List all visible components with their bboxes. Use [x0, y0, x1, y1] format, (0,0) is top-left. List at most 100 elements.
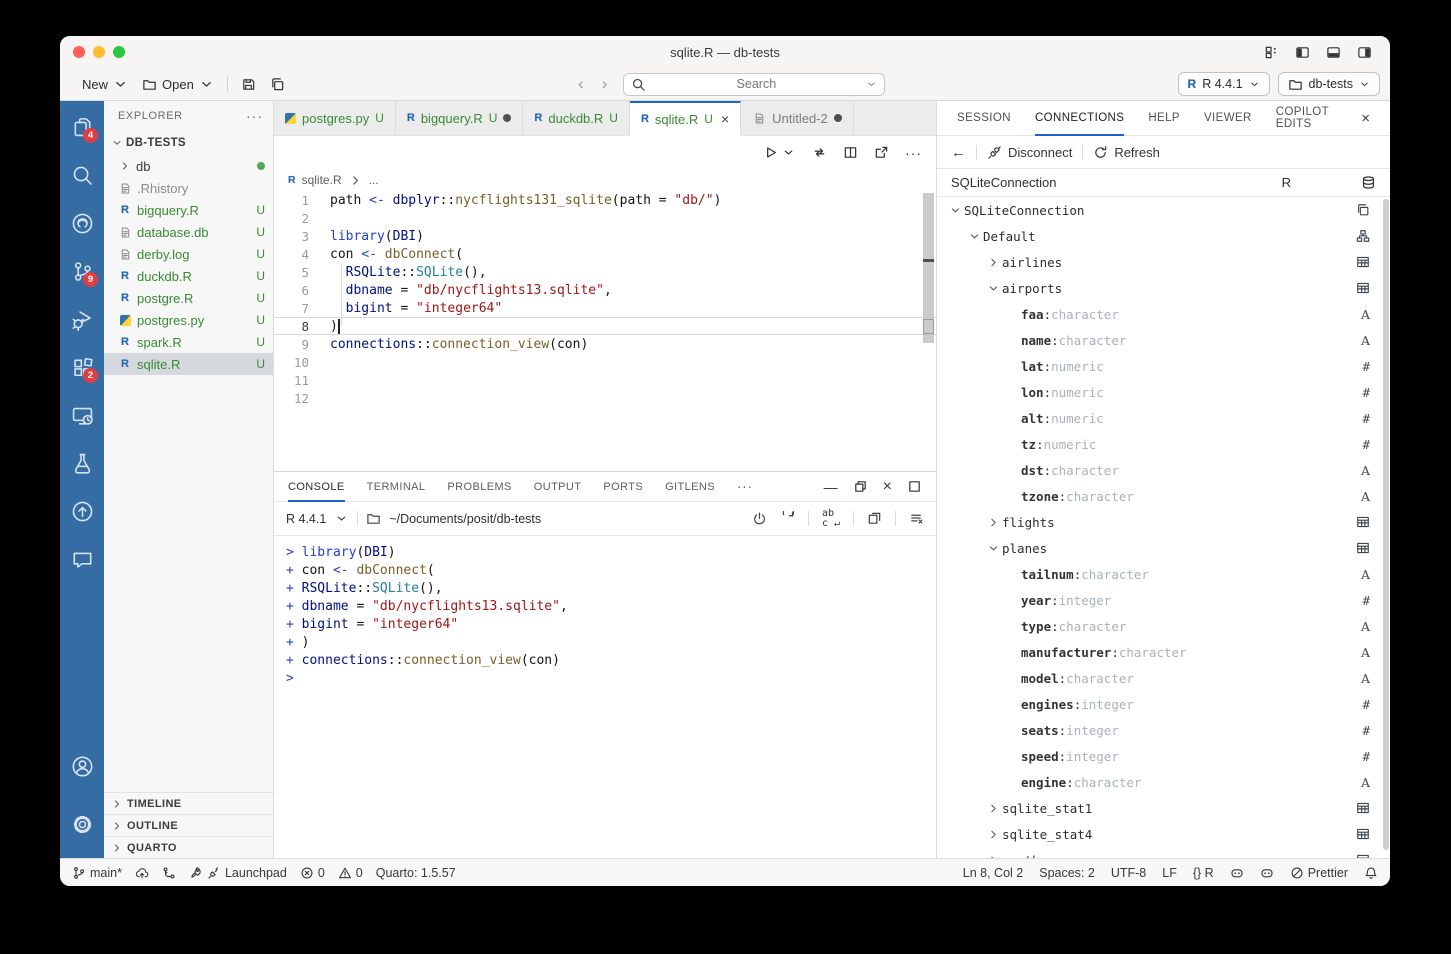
console-output[interactable]: > library(DBI)+ con <- dbConnect(+ RSQLi… — [274, 536, 936, 858]
new-button[interactable]: New — [70, 74, 135, 95]
activity-item-github[interactable] — [60, 199, 104, 247]
minimize-window-button[interactable] — [93, 46, 105, 58]
restart-session-button[interactable] — [780, 511, 795, 526]
open-console-in-editor-button[interactable] — [867, 511, 882, 526]
panel-tab-console[interactable]: CONSOLE — [288, 472, 345, 502]
tree-node-planes[interactable]: planes — [937, 535, 1390, 561]
tree-node-engines[interactable]: engines : integer# — [937, 691, 1390, 717]
customize-layout-button[interactable] — [1264, 45, 1279, 60]
status-quarto-version[interactable]: Quarto: 1.5.57 — [376, 866, 456, 880]
tree-node-year[interactable]: year : integer# — [937, 587, 1390, 613]
activity-item-extensions[interactable]: 2 — [60, 343, 104, 391]
activity-item-source-control[interactable]: 9 — [60, 247, 104, 295]
source-file-button[interactable] — [812, 145, 827, 160]
explorer-file-db[interactable]: db — [104, 155, 273, 177]
code-line-12[interactable]: 12 — [274, 389, 936, 407]
explorer-file-spark.R[interactable]: Rspark.RU — [104, 331, 273, 353]
editor-scrollbar[interactable] — [923, 193, 934, 469]
execute-mode-button[interactable]: abc ↵ — [822, 509, 840, 529]
save-button[interactable] — [234, 74, 263, 95]
editor-tab-duckdb-r[interactable]: Rduckdb.RU — [523, 101, 630, 135]
editor-tab-bigquery-r[interactable]: Rbigquery.RU — [396, 101, 524, 135]
connections-scrollbar[interactable] — [1383, 199, 1389, 850]
status-source-control-graph[interactable] — [162, 866, 176, 880]
activity-item-debug[interactable] — [60, 295, 104, 343]
right-panel-close-button[interactable]: × — [1361, 110, 1370, 127]
interpreter-selector[interactable]: R R 4.4.1 — [1178, 72, 1270, 96]
tree-node-SQLiteConnection[interactable]: SQLiteConnection — [937, 197, 1390, 223]
explorer-file-postgres.py[interactable]: postgres.pyU — [104, 309, 273, 331]
editor-tab-postgres-py[interactable]: postgres.pyU — [274, 101, 396, 135]
explorer-file-duckdb.R[interactable]: Rduckdb.RU — [104, 265, 273, 287]
activity-item-flask[interactable] — [60, 439, 104, 487]
tree-node-airlines[interactable]: airlines — [937, 249, 1390, 275]
explorer-file-database.db[interactable]: database.dbU — [104, 221, 273, 243]
code-line-11[interactable]: 11 — [274, 371, 936, 389]
tree-node-tailnum[interactable]: tailnum : characterA — [937, 561, 1390, 587]
search-input[interactable] — [646, 77, 866, 91]
code-line-6[interactable]: 6 dbname = "db/nycflights13.sqlite", — [274, 281, 936, 299]
tree-node-alt[interactable]: alt : numeric# — [937, 405, 1390, 431]
tree-node-tzone[interactable]: tzone : characterA — [937, 483, 1390, 509]
tree-node-Default[interactable]: Default — [937, 223, 1390, 249]
code-editor[interactable]: 1path <- dbplyr::nycflights131_sqlite(pa… — [274, 191, 936, 471]
zoom-window-button[interactable] — [113, 46, 125, 58]
toggle-left-panel-button[interactable] — [1295, 45, 1310, 60]
tree-node-type[interactable]: type : characterA — [937, 613, 1390, 639]
open-button[interactable]: Open — [135, 74, 221, 95]
code-line-9[interactable]: 9connections::connection_view(con) — [274, 335, 936, 353]
tree-node-speed[interactable]: speed : integer# — [937, 743, 1390, 769]
status-copilot-status[interactable] — [1230, 866, 1244, 880]
activity-item-search[interactable] — [60, 151, 104, 199]
status-cursor-position[interactable]: Ln 8, Col 2 — [963, 866, 1023, 880]
right-tab-copilot-edits[interactable]: COPILOT EDITS — [1276, 101, 1337, 136]
tree-node-airports[interactable]: airports — [937, 275, 1390, 301]
refresh-button[interactable]: Refresh — [1093, 145, 1160, 160]
section-outline[interactable]: OUTLINE — [104, 814, 273, 836]
tree-node-tz[interactable]: tz : numeric# — [937, 431, 1390, 457]
activity-item-monitor[interactable] — [60, 391, 104, 439]
panel-restore-button[interactable] — [853, 479, 868, 494]
connection-header-row[interactable]: SQLiteConnection R — [937, 169, 1390, 197]
search-box[interactable] — [623, 73, 885, 96]
activity-item-account[interactable] — [60, 742, 104, 790]
activity-item-chat[interactable] — [60, 535, 104, 583]
panel-more-tabs[interactable]: ··· — [737, 479, 753, 494]
status-launchpad[interactable]: Launchpad — [189, 866, 287, 880]
status-git-branch[interactable]: main* — [72, 866, 122, 880]
code-line-1[interactable]: 1path <- dbplyr::nycflights131_sqlite(pa… — [274, 191, 936, 209]
panel-tab-output[interactable]: OUTPUT — [534, 472, 582, 502]
tree-node-flights[interactable]: flights — [937, 509, 1390, 535]
editor-tab-untitled-2[interactable]: Untitled-2 — [741, 101, 854, 135]
breadcrumb-file[interactable]: sqlite.R — [302, 173, 342, 187]
tree-node-manufacturer[interactable]: manufacturer : characterA — [937, 639, 1390, 665]
toggle-right-panel-button[interactable] — [1357, 45, 1372, 60]
section-quarto[interactable]: QUARTO — [104, 836, 273, 858]
right-tab-viewer[interactable]: VIEWER — [1204, 101, 1252, 136]
clear-console-button[interactable] — [909, 511, 924, 526]
breadcrumb-symbol[interactable]: ... — [369, 173, 379, 187]
back-button[interactable]: ‹ — [576, 74, 586, 94]
run-file-button[interactable] — [763, 145, 796, 160]
status-notifications[interactable] — [1364, 866, 1378, 880]
status-encoding[interactable]: UTF-8 — [1111, 866, 1146, 880]
explorer-file-derby.log[interactable]: derby.logU — [104, 243, 273, 265]
tree-node-seats[interactable]: seats : integer# — [937, 717, 1390, 743]
editor-tab-sqlite-r[interactable]: Rsqlite.RU× — [630, 101, 741, 136]
back-arrow-button[interactable]: ← — [951, 144, 966, 161]
status-indentation[interactable]: Spaces: 2 — [1039, 866, 1095, 880]
breadcrumb[interactable]: R sqlite.R ... — [274, 169, 936, 191]
toggle-bottom-panel-button[interactable] — [1326, 45, 1341, 60]
close-tab-button[interactable]: × — [721, 111, 729, 127]
section-timeline[interactable]: TIMELINE — [104, 792, 273, 814]
open-in-new-window-button[interactable] — [874, 145, 889, 160]
tree-node-weather[interactable]: weather — [937, 847, 1390, 858]
tree-node-model[interactable]: model : characterA — [937, 665, 1390, 691]
project-selector[interactable]: db-tests — [1278, 72, 1380, 96]
status-copilot-chat-status[interactable] — [1260, 866, 1274, 880]
right-tab-help[interactable]: HELP — [1148, 101, 1180, 136]
code-line-4[interactable]: 4con <- dbConnect( — [274, 245, 936, 263]
panel-tab-problems[interactable]: PROBLEMS — [447, 472, 511, 502]
panel-maximize-button[interactable] — [907, 479, 922, 494]
explorer-more-actions[interactable]: ··· — [246, 108, 263, 124]
